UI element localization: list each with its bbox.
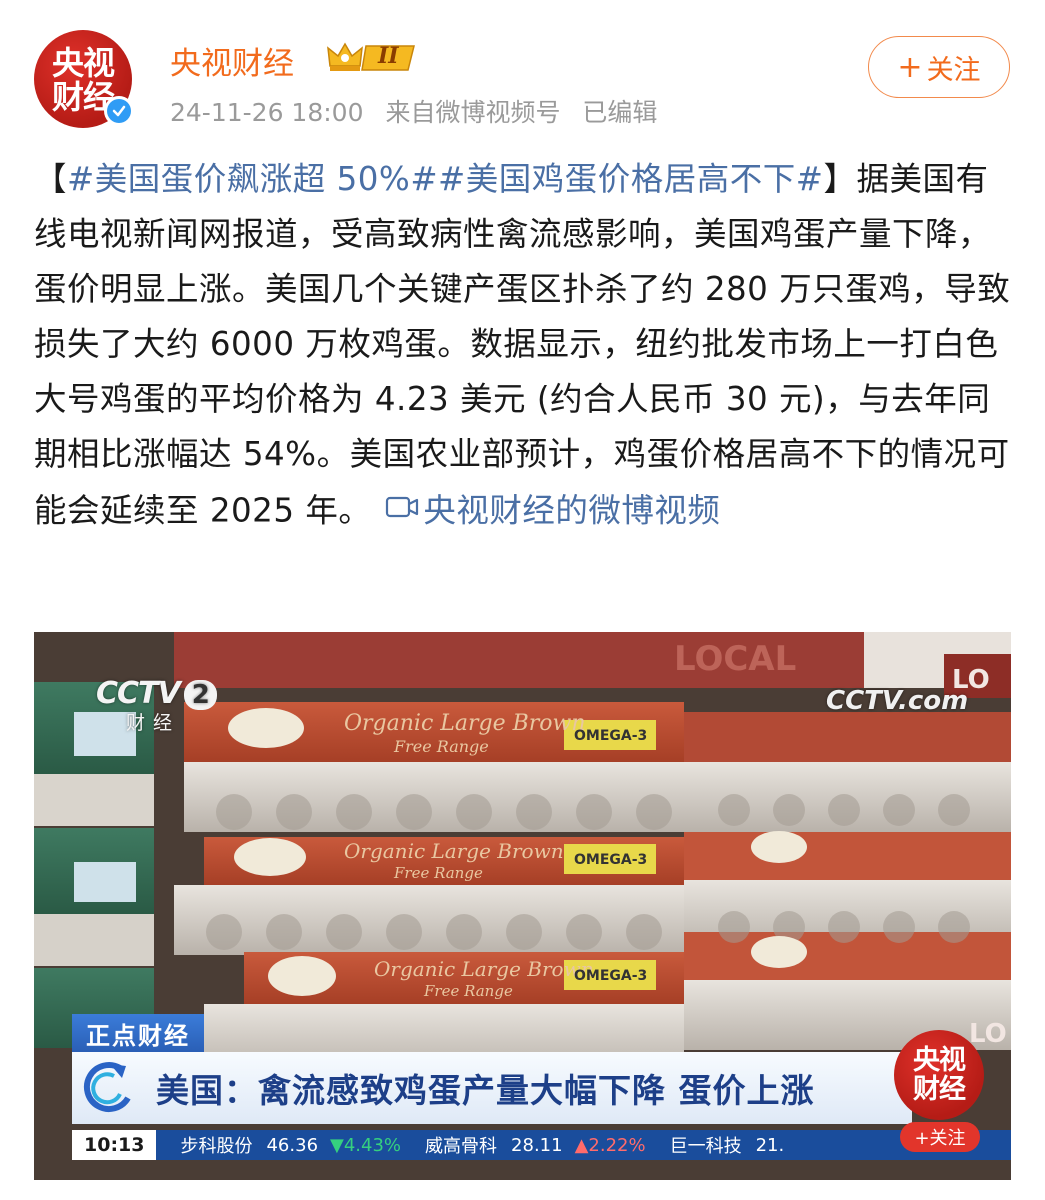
news-headline: 美国：禽流感致鸡蛋产量大幅下降 蛋价上涨 bbox=[156, 1071, 815, 1110]
stock-ticker: 10:13 步科股份 46.36 ▼4.43% 威高骨科 28.11 ▲2.22… bbox=[72, 1130, 1011, 1160]
video-account-badge[interactable]: 央视 财经 bbox=[894, 1030, 984, 1120]
plus-icon: + bbox=[897, 49, 923, 85]
ticker-stock-change: ▲2.22% bbox=[574, 1134, 646, 1156]
svg-text:LO: LO bbox=[969, 1019, 1007, 1049]
cctv-channel-logo: CCTV 2 bbox=[96, 676, 217, 711]
video-player[interactable]: Organic Large Brown Free Range Organic L… bbox=[34, 632, 1011, 1180]
svg-text:Organic Large Brown: Organic Large Brown bbox=[344, 839, 564, 863]
topic-tag-2[interactable]: #美国鸡蛋价格居高不下# bbox=[438, 160, 823, 198]
badge-text-line1: 央视 bbox=[913, 1045, 966, 1076]
post-meta: 24-11-26 18:00 来自微博视频号 已编辑 bbox=[170, 93, 671, 129]
ticker-stock-price: 21. bbox=[755, 1134, 785, 1156]
channel-sub: 财经 bbox=[126, 712, 181, 734]
post-body: 【#美国蛋价飙涨超 50%##美国鸡蛋价格居高不下#】据美国有线电视新闻网报道，… bbox=[34, 152, 1014, 543]
follow-button[interactable]: + 关注 bbox=[868, 36, 1010, 98]
program-logo-icon bbox=[72, 1052, 144, 1124]
svg-text:OMEGA-3: OMEGA-3 bbox=[574, 852, 647, 868]
svg-text:OMEGA-3: OMEGA-3 bbox=[574, 728, 647, 744]
video-link[interactable]: 央视财经的微博视频 bbox=[423, 492, 720, 530]
level-badge-text: II bbox=[378, 43, 399, 69]
follow-label: 关注 bbox=[926, 54, 981, 86]
crown-level-icon[interactable]: II bbox=[326, 40, 418, 74]
ticker-stock-price: 46.36 bbox=[266, 1134, 319, 1156]
topic-tag-1[interactable]: #美国蛋价飙涨超 50%# bbox=[67, 160, 438, 198]
video-follow-button[interactable]: +关注 bbox=[900, 1122, 980, 1152]
svg-text:OMEGA-3: OMEGA-3 bbox=[574, 968, 647, 984]
ticker-stock-name: 步科股份 bbox=[180, 1136, 253, 1157]
svg-text:Free Range: Free Range bbox=[393, 864, 483, 882]
svg-text:LOCAL: LOCAL bbox=[674, 639, 796, 679]
ticker-stock-name: 威高骨科 bbox=[425, 1136, 498, 1157]
bracket-close: 】 bbox=[823, 160, 857, 198]
post-edited: 已编辑 bbox=[582, 98, 658, 127]
post-source[interactable]: 来自微博视频号 bbox=[385, 98, 560, 127]
ticker-stock-price: 28.11 bbox=[511, 1134, 563, 1156]
ticker-stock-name: 巨一科技 bbox=[669, 1136, 742, 1157]
ticker-item: 巨一科技 21. bbox=[670, 1132, 785, 1158]
avatar-text-line1: 央视 bbox=[51, 44, 115, 82]
verified-icon bbox=[104, 96, 134, 126]
svg-text:Free Range: Free Range bbox=[393, 737, 489, 756]
post-body-text: 据美国有线电视新闻网报道，受高致病性禽流感影响，美国鸡蛋产量下降，蛋价明显上涨。… bbox=[34, 160, 1011, 530]
account-name[interactable]: 央视财经 bbox=[170, 38, 294, 83]
program-tag: 正点财经 bbox=[72, 1014, 204, 1052]
svg-text:Free Range: Free Range bbox=[423, 982, 513, 1000]
cctv-logo-text: CCTV bbox=[96, 676, 181, 711]
channel-number: 2 bbox=[183, 680, 217, 710]
carton-label-text: Organic Large Brown bbox=[344, 711, 586, 736]
video-link-icon[interactable] bbox=[385, 482, 419, 537]
post-timestamp: 24-11-26 18:00 bbox=[170, 98, 364, 127]
ticker-item: 步科股份 46.36 ▼4.43% bbox=[180, 1132, 401, 1158]
news-lower-third: 美国：禽流感致鸡蛋产量大幅下降 蛋价上涨 bbox=[72, 1052, 912, 1124]
bracket-open: 【 bbox=[34, 160, 68, 198]
svg-text:Organic Large Brown: Organic Large Brown bbox=[374, 957, 594, 981]
ticker-item: 威高骨科 28.11 ▲2.22% bbox=[425, 1132, 646, 1158]
post-header: 央视 财经 央视财经 II 24-11-26 18:00 来自微博视频号 已编辑… bbox=[0, 0, 1045, 140]
ticker-stock-change: ▼4.43% bbox=[330, 1134, 402, 1156]
badge-text-line2: 财经 bbox=[913, 1074, 966, 1105]
ticker-time: 10:13 bbox=[72, 1130, 157, 1160]
site-watermark: CCTV.com bbox=[826, 686, 969, 716]
